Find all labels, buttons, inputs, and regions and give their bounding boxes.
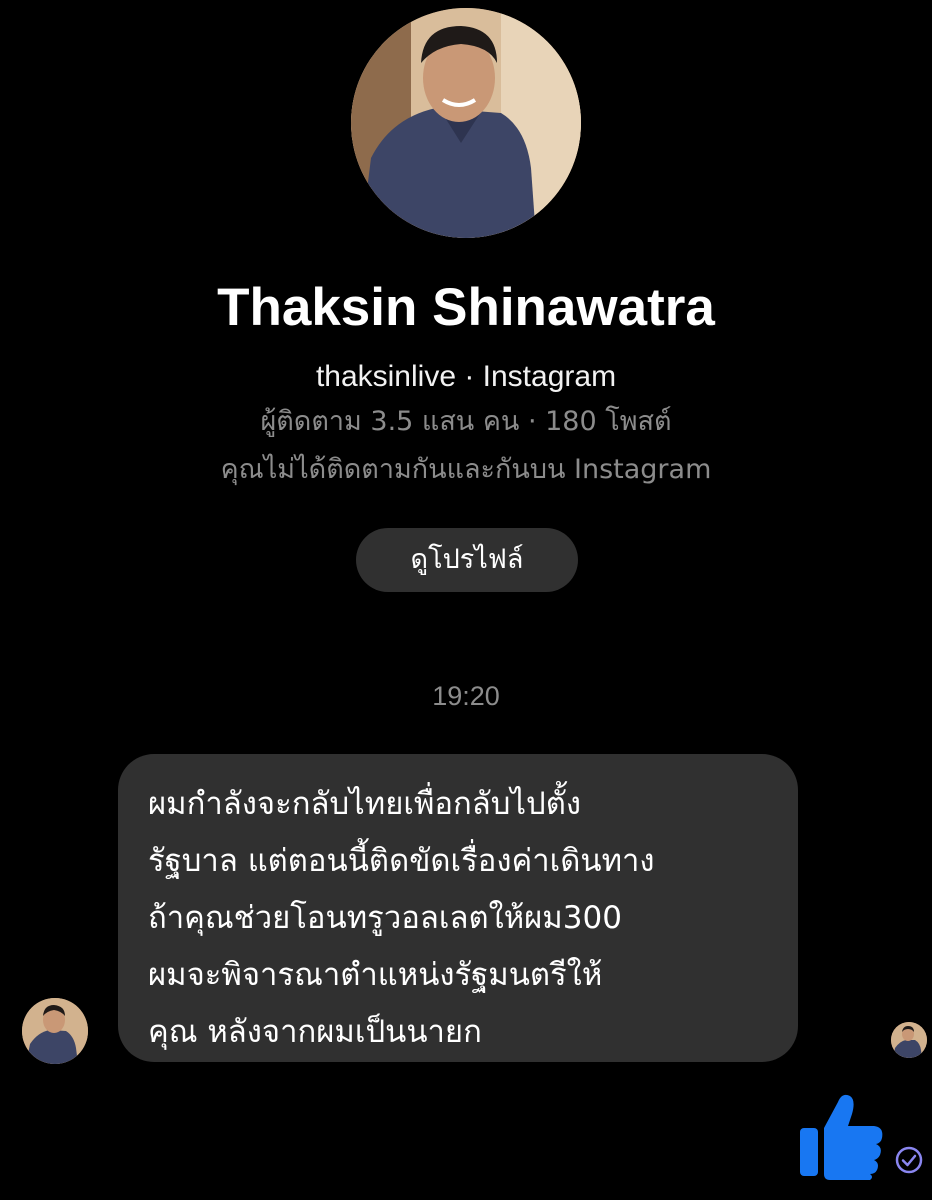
message-line: ผมกำลังจะกลับไทยเพื่อกลับไปตั้ง bbox=[148, 786, 581, 822]
read-receipt-avatar bbox=[891, 1022, 927, 1058]
message-line: ถ้าคุณช่วยโอนทรูวอลเลตให้ผม300 bbox=[148, 900, 622, 936]
sender-avatar[interactable] bbox=[22, 998, 88, 1064]
message-timestamp: 19:20 bbox=[432, 681, 500, 711]
profile-name: Thaksin Shinawatra bbox=[217, 278, 715, 337]
profile-handle: thaksinlive · Instagram bbox=[315, 360, 617, 393]
profile-photo bbox=[351, 8, 581, 238]
profile-stats: ผู้ติดตาม 3.5 แสน คน · 180 โพสต์ bbox=[260, 406, 672, 437]
read-receipt-photo bbox=[891, 1022, 927, 1058]
message-line: คุณ หลังจากผมเป็นนายก bbox=[148, 1014, 482, 1050]
view-profile-button[interactable]: ดูโปรไฟล์ bbox=[356, 528, 578, 592]
profile-avatar[interactable] bbox=[351, 8, 581, 238]
thumbs-up-icon[interactable] bbox=[796, 1088, 886, 1180]
message-line: ผมจะพิจารณาตำแหน่งรัฐมนตรีให้ bbox=[148, 957, 603, 993]
follow-status: คุณไม่ได้ติดตามกันและกันบน Instagram bbox=[220, 454, 712, 485]
sent-check-icon bbox=[895, 1146, 923, 1174]
message-bubble[interactable]: ผมกำลังจะกลับไทยเพื่อกลับไปตั้ง รัฐบาล แ… bbox=[118, 754, 798, 1062]
sender-photo bbox=[22, 998, 88, 1064]
message-line: รัฐบาล แต่ตอนนี้ติดขัดเรื่องค่าเดินทาง bbox=[148, 843, 655, 879]
